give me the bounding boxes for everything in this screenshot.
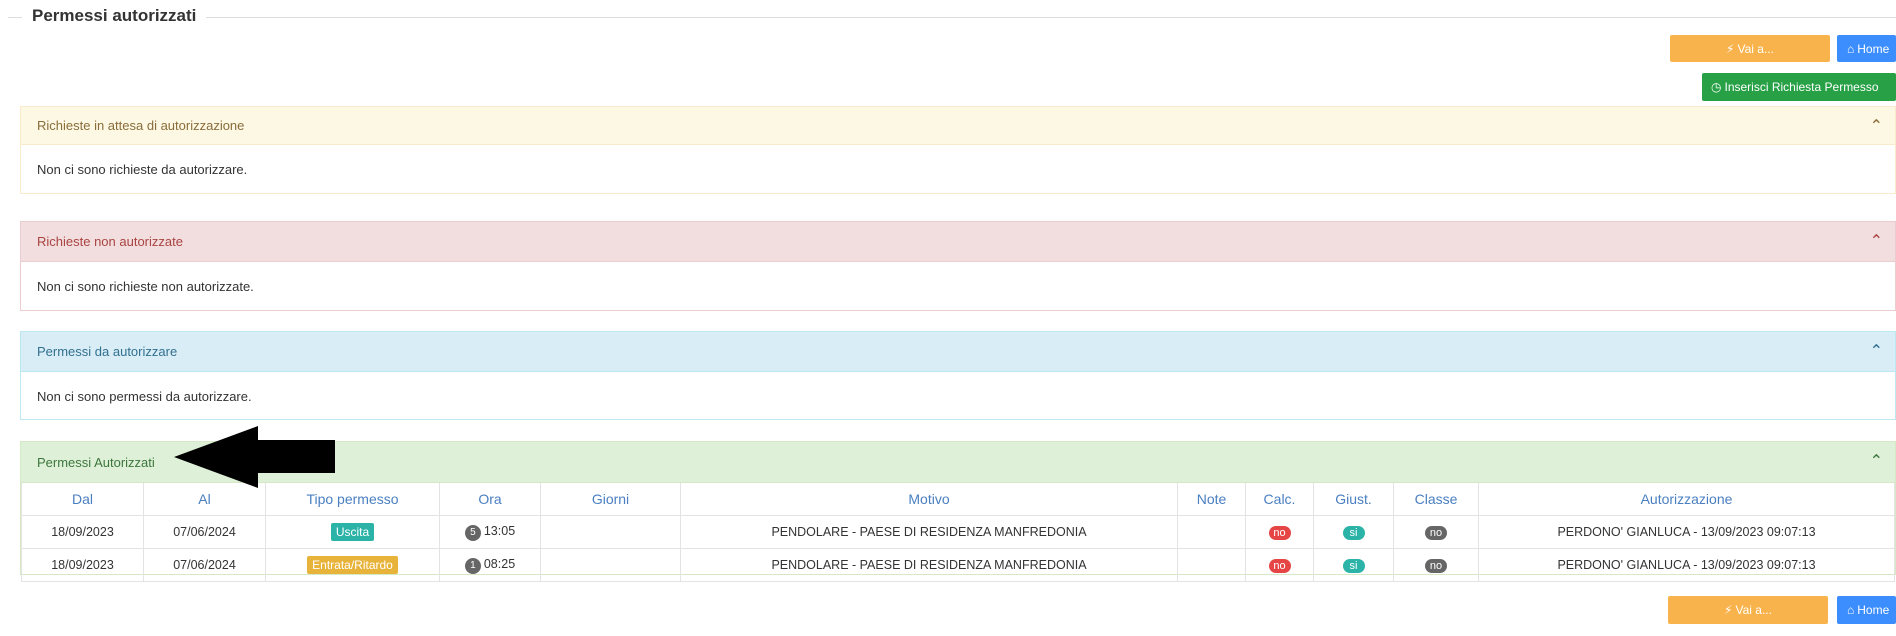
ora-count-badge: 1: [464, 557, 481, 574]
col-header-dal[interactable]: Dal: [21, 483, 144, 516]
table-row: 18/09/2023 07/06/2024 Uscita 5 13:05 PEND…: [21, 515, 1895, 549]
col-header-calc[interactable]: Calc.: [1245, 483, 1314, 516]
panel-permessi-da-autorizzare: Permessi da autorizzare ⌃ Non ci sono pe…: [20, 331, 1896, 420]
calc-badge: no: [1268, 525, 1291, 540]
cell-giust: si: [1313, 548, 1394, 582]
calc-badge: no: [1268, 558, 1291, 573]
panel-title: Richieste non autorizzate: [37, 234, 183, 249]
col-header-giorni[interactable]: Giorni: [540, 483, 681, 516]
panel-message: Non ci sono permessi da autorizzare.: [37, 388, 252, 404]
cell-calc: no: [1245, 515, 1314, 549]
panel-message: Non ci sono richieste da autorizzare.: [37, 161, 248, 177]
panel-message: Non ci sono richieste non autorizzate.: [37, 278, 254, 294]
chevron-up-icon[interactable]: ⌃: [1870, 231, 1883, 251]
page-title: Permessi autorizzati: [22, 6, 207, 26]
bolt-icon: ⚡: [1726, 41, 1735, 56]
cell-autorizzazione: PERDONO' GIANLUCA - 13/09/2023 09:07:13: [1478, 548, 1895, 582]
table-row: 18/09/2023 07/06/2024 Entrata/Ritardo 10…: [21, 548, 1895, 582]
cell-dal: 18/09/2023: [21, 515, 144, 549]
panel-title: Permessi Autorizzati: [37, 454, 155, 470]
col-header-giust[interactable]: Giust.: [1313, 483, 1394, 516]
chevron-up-icon[interactable]: ⌃: [1870, 341, 1883, 361]
tipo-badge: Entrata/Ritardo: [307, 556, 398, 574]
cell-dal: 18/09/2023: [21, 548, 144, 582]
col-header-autorizzazione[interactable]: Autorizzazione: [1478, 483, 1895, 516]
chevron-up-icon[interactable]: ⌃: [1870, 451, 1883, 471]
tipo-badge: Uscita: [330, 523, 375, 541]
panel-title: Richieste in attesa di autorizzazione: [37, 118, 245, 133]
col-header-classe[interactable]: Classe: [1393, 483, 1479, 516]
cell-classe: no: [1393, 515, 1479, 549]
classe-badge: no: [1425, 558, 1447, 573]
col-header-ora[interactable]: Ora: [439, 483, 541, 516]
cell-giorni: [540, 548, 681, 582]
cell-autorizzazione: PERDONO' GIANLUCA - 13/09/2023 09:07:13: [1478, 515, 1895, 549]
col-header-note[interactable]: Note: [1177, 483, 1246, 516]
cell-al: 07/06/2024: [143, 548, 266, 582]
home-icon: ⌂: [1847, 603, 1855, 617]
cell-calc: no: [1245, 548, 1314, 582]
cell-classe: no: [1393, 548, 1479, 582]
panel-richieste-attesa: Richieste in attesa di autorizzazione ⌃ …: [20, 106, 1896, 194]
clock-icon: ◷: [1711, 80, 1722, 94]
panel-header[interactable]: Richieste non autorizzate ⌃: [21, 222, 1895, 262]
cell-note: [1177, 548, 1246, 582]
home-icon: ⌂: [1847, 41, 1855, 56]
home-label: Home: [1857, 41, 1890, 56]
cell-al: 07/06/2024: [143, 515, 266, 549]
cell-tipo: Entrata/Ritardo: [265, 548, 440, 582]
legend-divider: [8, 17, 1896, 18]
ora-value: 08:25: [483, 556, 516, 571]
panel-richieste-non-autorizzate: Richieste non autorizzate ⌃ Non ci sono …: [20, 221, 1896, 311]
bolt-icon: ⚡: [1724, 603, 1733, 617]
cell-motivo: PENDOLARE - PAESE DI RESIDENZA MANFREDON…: [680, 515, 1178, 549]
cell-giorni: [540, 515, 681, 549]
cell-giust: si: [1313, 515, 1394, 549]
giust-badge: si: [1342, 525, 1365, 540]
home-button-bottom[interactable]: ⌂ Home: [1837, 596, 1896, 624]
panel-header[interactable]: Permessi da autorizzare ⌃: [21, 332, 1895, 372]
vai-a-label: Vai a...: [1737, 41, 1774, 56]
inserisci-richiesta-label: Inserisci Richiesta Permesso: [1724, 80, 1879, 94]
classe-badge: no: [1425, 525, 1447, 540]
vai-a-button-bottom[interactable]: ⚡ Vai a...: [1668, 596, 1828, 624]
permessi-table: Dal Al Tipo permesso Ora Giorni Motivo N…: [21, 483, 1895, 582]
vai-a-button[interactable]: ⚡ Vai a...: [1670, 35, 1830, 62]
ora-count-badge: 5: [464, 524, 481, 541]
home-label: Home: [1857, 603, 1890, 617]
cell-motivo: PENDOLARE - PAESE DI RESIDENZA MANFREDON…: [680, 548, 1178, 582]
cell-note: [1177, 515, 1246, 549]
panel-title: Permessi da autorizzare: [37, 344, 178, 359]
cell-tipo: Uscita: [265, 515, 440, 549]
giust-badge: si: [1342, 558, 1365, 573]
col-header-motivo[interactable]: Motivo: [680, 483, 1178, 516]
panel-header[interactable]: Richieste in attesa di autorizzazione ⌃: [21, 107, 1895, 145]
chevron-up-icon[interactable]: ⌃: [1870, 116, 1883, 136]
ora-value: 13:05: [483, 523, 516, 538]
arrow-annotation: [174, 426, 335, 488]
inserisci-richiesta-button[interactable]: ◷ Inserisci Richiesta Permesso: [1702, 73, 1896, 101]
cell-ora: 5 13:05: [439, 515, 541, 549]
cell-ora: 1 08:25: [439, 548, 541, 582]
vai-a-label: Vai a...: [1735, 603, 1772, 617]
home-button[interactable]: ⌂ Home: [1837, 35, 1896, 62]
